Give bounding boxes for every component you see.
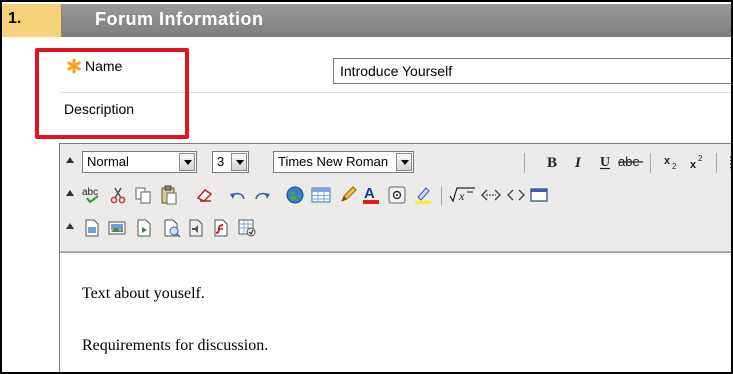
font-size-select[interactable]: 3 [212, 151, 249, 173]
svg-text:2: 2 [672, 162, 677, 170]
pencil-icon[interactable] [336, 183, 360, 207]
redo-icon[interactable] [250, 183, 274, 207]
link-icon[interactable] [283, 183, 307, 207]
step-number: 1. [8, 10, 22, 27]
chevron-down-icon [179, 153, 195, 171]
insert-image-icon[interactable] [105, 216, 129, 240]
toolbar-row-3 [60, 214, 731, 244]
editor-content-area[interactable]: Text about youself. Requirements for dis… [60, 252, 731, 372]
editor-paragraph: Text about youself. [82, 285, 205, 302]
chevron-down-icon [396, 153, 412, 171]
align-justify-icon[interactable] [724, 150, 731, 174]
svg-text:I: I [574, 155, 582, 170]
font-family-value: Times New Roman [278, 154, 389, 169]
clear-format-icon[interactable] [193, 183, 217, 207]
svg-text:B: B [547, 155, 557, 170]
flash-icon[interactable] [209, 216, 233, 240]
underline-icon[interactable]: U [593, 150, 617, 174]
highlight-icon[interactable] [411, 183, 435, 207]
editor-paragraph: Requirements for discussion. [82, 337, 269, 354]
section-header: 1. Forum Information [2, 4, 731, 37]
toolbar-row-2: abc A x [60, 181, 731, 211]
fullscreen-icon[interactable] [527, 183, 551, 207]
svg-text:abc: abc [82, 187, 98, 198]
font-family-select[interactable]: Times New Roman [273, 151, 414, 173]
bold-icon[interactable]: B [540, 150, 564, 174]
paragraph-style-value: Normal [87, 154, 129, 169]
toolbar-separator [650, 153, 651, 173]
toolbar-row-1: Normal 3 Times New Roman B I U abe x 2 x… [60, 148, 731, 178]
svg-text:U: U [600, 155, 610, 170]
paragraph-style-select[interactable]: Normal [82, 151, 197, 173]
toolbar-separator [524, 153, 525, 173]
forum-settings-panel: 1. Forum Information Name Description [0, 0, 733, 374]
collapse-row-icon[interactable] [66, 156, 74, 164]
svg-text:2: 2 [698, 154, 703, 163]
copy-icon[interactable] [131, 183, 155, 207]
spellcheck-icon[interactable]: abc [80, 183, 104, 207]
html-icon[interactable] [504, 183, 528, 207]
collapse-row-icon[interactable] [66, 189, 74, 197]
chevron-down-icon [231, 153, 247, 171]
font-size-value: 3 [217, 154, 225, 169]
preview-icon[interactable] [479, 183, 503, 207]
toolbar-separator [441, 186, 442, 206]
svg-text:A: A [364, 185, 375, 202]
mashup-icon[interactable] [160, 216, 184, 240]
subscript-icon[interactable]: x2 [659, 150, 683, 174]
table-icon[interactable] [309, 183, 333, 207]
math-icon[interactable]: x [449, 183, 477, 207]
audio-icon[interactable] [184, 216, 208, 240]
section-title: Forum Information [95, 9, 264, 29]
svg-text:x: x [458, 189, 465, 203]
rich-text-editor: Normal 3 Times New Roman B I U abe x 2 x… [59, 143, 731, 372]
svg-text:x: x [664, 155, 671, 167]
insert-media-icon[interactable] [132, 216, 156, 240]
superscript-icon[interactable]: x2 [685, 150, 709, 174]
undo-icon[interactable] [226, 183, 250, 207]
editor-toolbar: Normal 3 Times New Roman B I U abe x 2 x… [60, 144, 731, 252]
toolbar-separator [716, 153, 717, 173]
collapse-row-icon[interactable] [66, 222, 74, 230]
step-number-box: 1. [2, 4, 62, 37]
special-char-icon[interactable] [385, 183, 409, 207]
paste-icon[interactable] [157, 183, 181, 207]
italic-icon[interactable]: I [567, 150, 591, 174]
insert-file-icon[interactable] [80, 216, 104, 240]
cut-icon[interactable] [106, 183, 130, 207]
text-color-icon[interactable]: A [359, 183, 383, 207]
strikethrough-icon[interactable]: abe [616, 150, 646, 174]
spreadsheet-icon[interactable] [235, 216, 259, 240]
forum-name-input[interactable] [333, 58, 731, 84]
svg-text:x: x [690, 159, 697, 170]
highlight-box [35, 48, 189, 139]
